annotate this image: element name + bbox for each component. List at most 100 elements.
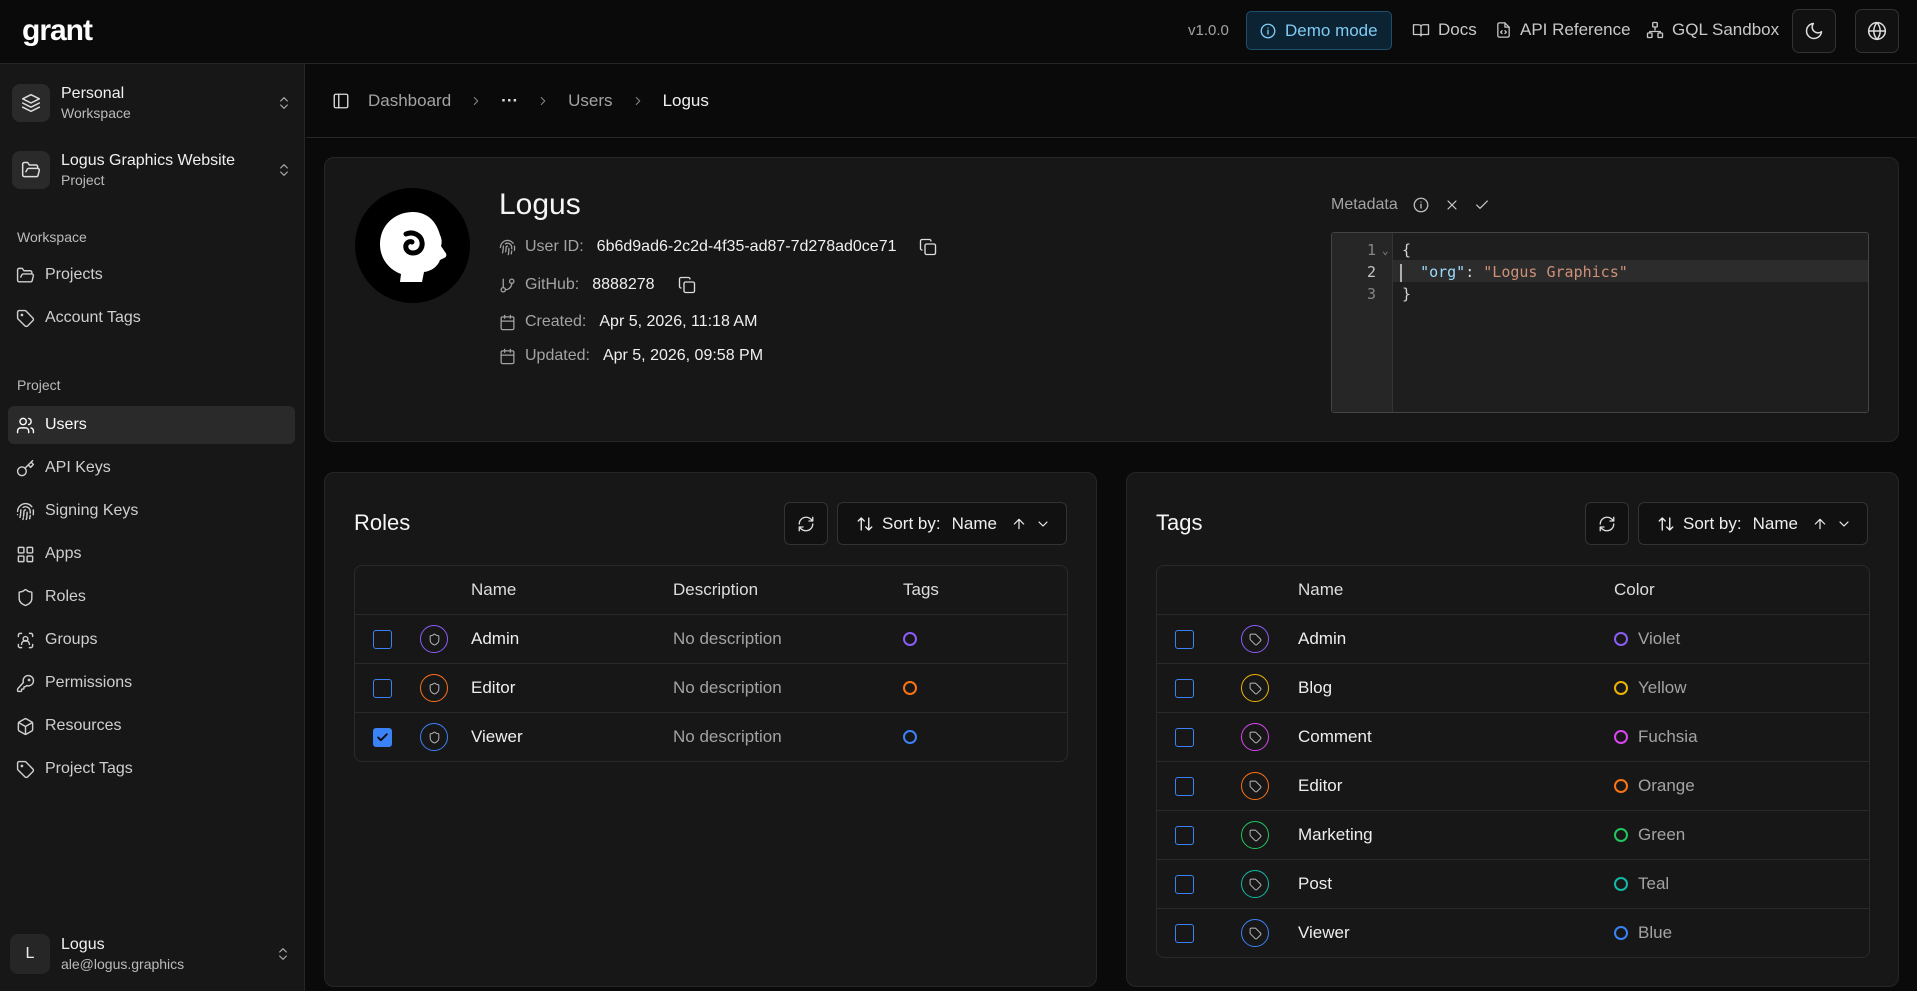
- row-checkbox[interactable]: [1175, 727, 1194, 747]
- role-name: Viewer: [471, 727, 523, 746]
- row-checkbox[interactable]: [1175, 629, 1194, 649]
- sidebar-item-roles[interactable]: Roles: [8, 578, 295, 616]
- code-line: }: [1402, 285, 1412, 303]
- shield-icon: [16, 588, 35, 607]
- row-checkbox[interactable]: [373, 629, 392, 649]
- column-header-tags[interactable]: Tags: [903, 566, 939, 614]
- row-checkbox[interactable]: [1175, 678, 1194, 698]
- column-header-description[interactable]: Description: [673, 566, 758, 614]
- tag-color-dot: [903, 632, 917, 646]
- metadata-editor[interactable]: 1 2 3 ⌄ { "org": "Logus Graphics" }: [1331, 232, 1869, 413]
- check-icon[interactable]: [1474, 197, 1490, 213]
- theme-toggle-button[interactable]: [1792, 9, 1836, 53]
- tag-color-name: Green: [1638, 825, 1686, 844]
- folder-icon: [16, 266, 35, 285]
- sidebar-item-apps[interactable]: Apps: [8, 535, 295, 573]
- sidebar-item-users[interactable]: Users: [8, 406, 295, 444]
- info-icon[interactable]: [1412, 196, 1430, 214]
- refresh-roles-button[interactable]: [784, 502, 828, 545]
- code-line: {: [1402, 241, 1412, 259]
- tag-color-dot: [1614, 730, 1628, 744]
- tag-color-dot: [903, 681, 917, 695]
- tag-icon: [1241, 821, 1269, 849]
- chevrons-up-down-icon: [276, 162, 292, 178]
- tags-sort-button[interactable]: Sort by: Name: [1638, 502, 1868, 545]
- github-label: GitHub:: [525, 276, 580, 293]
- workspace-switcher[interactable]: Personal Workspace: [12, 78, 298, 128]
- table-row[interactable]: Admin Violet: [1157, 614, 1869, 663]
- demo-mode-button[interactable]: Demo mode: [1246, 11, 1392, 50]
- sidebar-item-label: Groups: [45, 631, 98, 648]
- project-switcher[interactable]: Logus Graphics Website Project: [12, 145, 298, 195]
- copy-github-icon[interactable]: [678, 276, 696, 294]
- column-header-name[interactable]: Name: [471, 566, 516, 614]
- tag-color-name: Violet: [1638, 629, 1681, 648]
- sidebar-item-account-tags[interactable]: Account Tags: [8, 299, 295, 337]
- git-branch-icon: [499, 277, 516, 294]
- project-name: Logus Graphics Website: [61, 152, 236, 169]
- tag-icon: [1241, 870, 1269, 898]
- version-label: v1.0.0: [1188, 22, 1229, 39]
- role-shield-icon: [420, 625, 448, 653]
- table-row[interactable]: Post Teal: [1157, 859, 1869, 908]
- row-checkbox[interactable]: [373, 678, 392, 698]
- line-number: 1: [1366, 241, 1376, 259]
- sidebar-item-projects[interactable]: Projects: [8, 256, 295, 294]
- row-checkbox[interactable]: [1175, 825, 1194, 845]
- row-checkbox[interactable]: [1175, 776, 1194, 796]
- tag-color-dot: [1614, 828, 1628, 842]
- key-icon: [16, 459, 35, 478]
- sort-value: Name: [1752, 513, 1798, 533]
- close-icon[interactable]: [1444, 197, 1460, 213]
- app-logo[interactable]: grant: [22, 14, 93, 48]
- table-row[interactable]: Viewer No description: [355, 712, 1067, 761]
- grid-icon: [16, 545, 35, 564]
- sidebar-item-project-tags[interactable]: Project Tags: [8, 750, 295, 788]
- breadcrumb-users[interactable]: Users: [568, 91, 612, 111]
- table-row[interactable]: Marketing Green: [1157, 810, 1869, 859]
- docs-label: Docs: [1438, 20, 1477, 39]
- table-row[interactable]: Editor Orange: [1157, 761, 1869, 810]
- tag-name: Admin: [1298, 629, 1347, 648]
- table-row[interactable]: Editor No description: [355, 663, 1067, 712]
- sidebar-item-signing-keys[interactable]: Signing Keys: [8, 492, 295, 530]
- language-button[interactable]: [1855, 9, 1899, 53]
- tags-table: Name Color Admin Violet Blog Yellow Comment F…: [1156, 565, 1870, 958]
- user-menu[interactable]: L Logus ale@logus.graphics: [10, 929, 297, 979]
- copy-user-id-icon[interactable]: [919, 238, 937, 256]
- api-reference-link[interactable]: API Reference: [1495, 20, 1631, 40]
- gql-sandbox-link[interactable]: GQL Sandbox: [1646, 20, 1779, 40]
- user-display-name: Logus: [499, 188, 581, 221]
- tags-title: Tags: [1156, 510, 1203, 535]
- sidebar-item-groups[interactable]: Groups: [8, 621, 295, 659]
- tag-color-name: Fuchsia: [1638, 727, 1698, 746]
- sidebar-item-resources[interactable]: Resources: [8, 707, 295, 745]
- gql-sandbox-label: GQL Sandbox: [1672, 20, 1780, 39]
- row-checkbox[interactable]: [1175, 923, 1194, 943]
- sidebar-item-label: Project Tags: [45, 760, 133, 777]
- sidebar-toggle-icon[interactable]: [332, 92, 350, 110]
- column-header-name[interactable]: Name: [1298, 566, 1343, 614]
- tag-icon: [16, 760, 35, 779]
- table-row[interactable]: Blog Yellow: [1157, 663, 1869, 712]
- breadcrumb-dashboard[interactable]: Dashboard: [368, 91, 451, 111]
- key-round-icon: [16, 674, 35, 693]
- sidebar-item-api-keys[interactable]: API Keys: [8, 449, 295, 487]
- info-icon: [1259, 22, 1277, 40]
- fold-chevron-icon[interactable]: ⌄: [1382, 244, 1389, 257]
- roles-sort-button[interactable]: Sort by: Name: [837, 502, 1067, 545]
- sidebar: Personal Workspace Logus Graphics Websit…: [0, 64, 305, 991]
- created-value: Apr 5, 2026, 11:18 AM: [599, 313, 758, 330]
- column-header-color[interactable]: Color: [1614, 566, 1655, 614]
- table-row[interactable]: Comment Fuchsia: [1157, 712, 1869, 761]
- docs-link[interactable]: Docs: [1412, 20, 1477, 40]
- refresh-tags-button[interactable]: [1585, 502, 1629, 545]
- table-row[interactable]: Admin No description: [355, 614, 1067, 663]
- row-checkbox[interactable]: [373, 727, 392, 747]
- role-name: Admin: [471, 629, 520, 648]
- sidebar-item-label: Signing Keys: [45, 502, 139, 519]
- row-checkbox[interactable]: [1175, 874, 1194, 894]
- breadcrumb-ellipsis[interactable]: ···: [501, 91, 518, 111]
- table-row[interactable]: Viewer Blue: [1157, 908, 1869, 957]
- sidebar-item-permissions[interactable]: Permissions: [8, 664, 295, 702]
